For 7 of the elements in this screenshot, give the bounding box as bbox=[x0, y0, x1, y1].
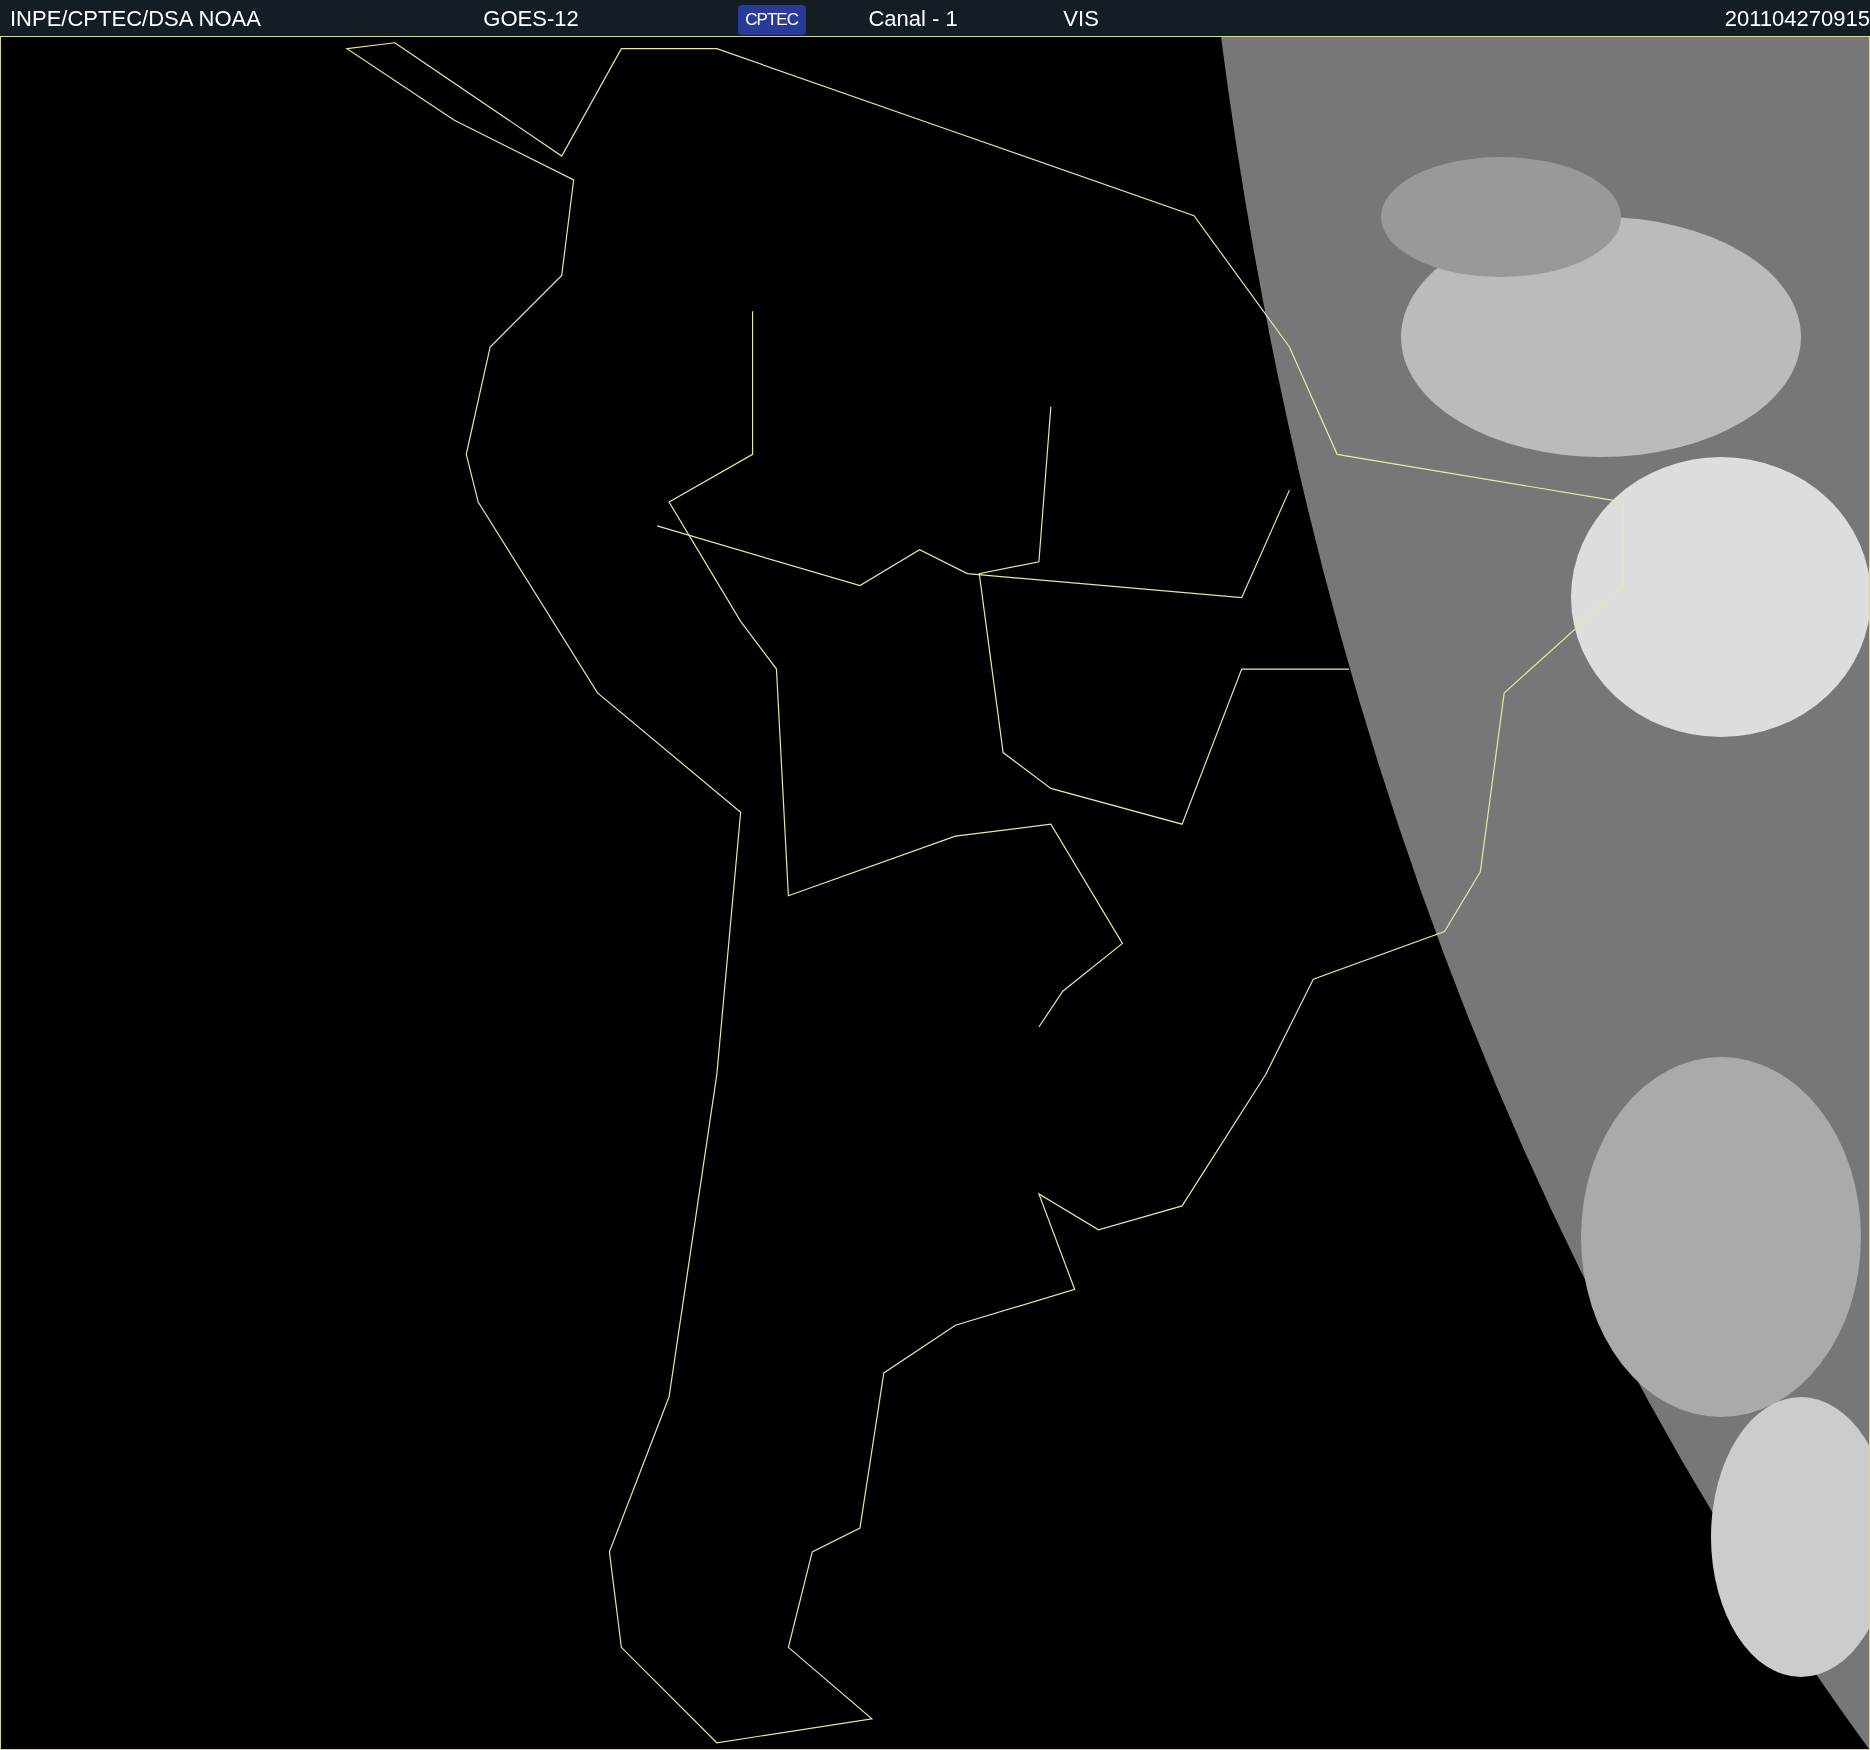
header-label: VIS bbox=[1063, 5, 1099, 31]
header-label: GOES-12 bbox=[483, 5, 579, 31]
header-label: 201104270915 bbox=[1724, 5, 1870, 31]
header-label: INPE/CPTEC/DSA bbox=[10, 5, 194, 31]
header-label: NOAA bbox=[198, 5, 261, 31]
header-label: Canal - 1 bbox=[868, 5, 958, 31]
logo: CPTEC bbox=[737, 5, 806, 35]
